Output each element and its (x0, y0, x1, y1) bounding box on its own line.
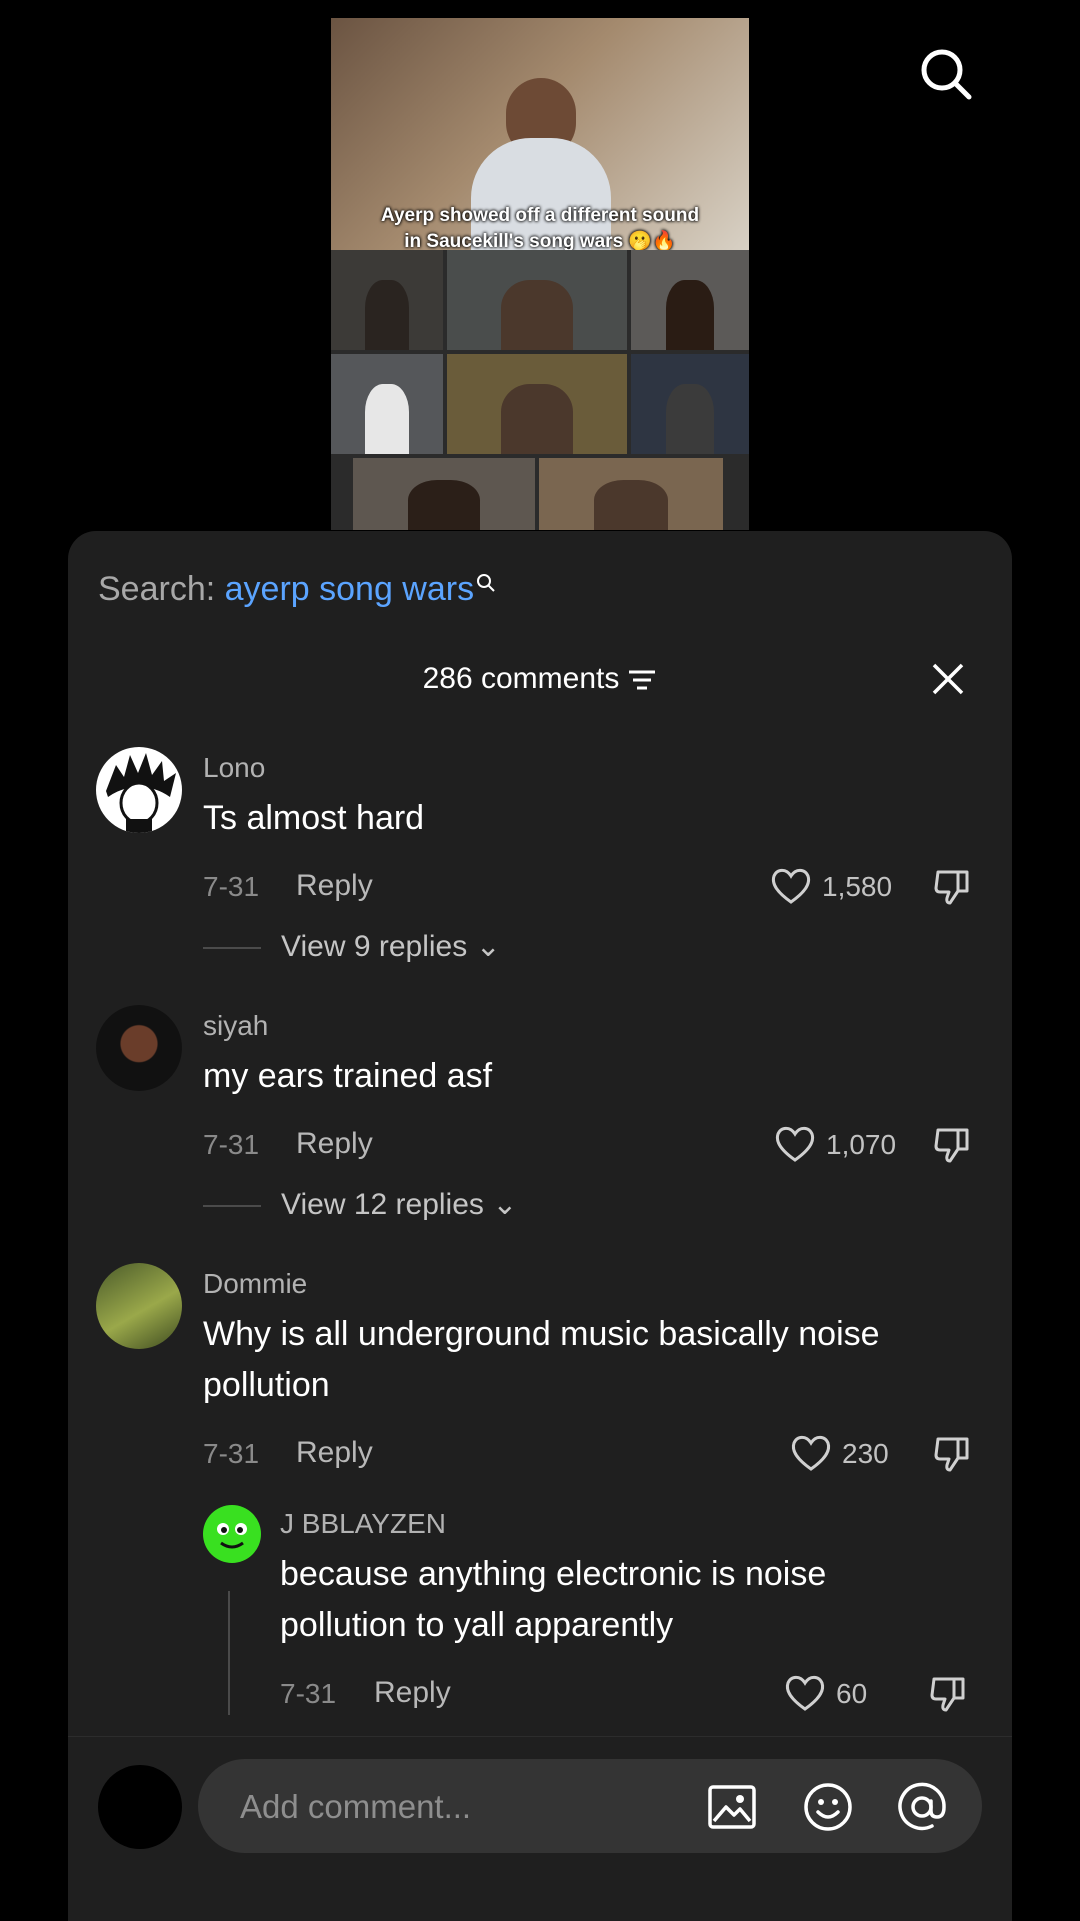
comment-composer (68, 1736, 1012, 1921)
sort-icon[interactable] (627, 668, 657, 692)
chevron-down-icon: ⌄ (475, 930, 501, 963)
reply-button[interactable]: Reply (296, 1436, 373, 1470)
comment-date: 7-31 (203, 1438, 260, 1469)
comment-date: 7-31 (203, 1129, 260, 1160)
video-tile (353, 458, 535, 530)
search-suggestion[interactable]: Search: ayerp song wars (98, 567, 496, 611)
comments-count: 286 comments (422, 662, 620, 695)
comment-text: Why is all underground music basically n… (203, 1315, 880, 1404)
dislike-icon[interactable] (928, 1674, 968, 1714)
reply-date: 7-31 (280, 1678, 337, 1709)
dislike-icon[interactable] (932, 1434, 972, 1474)
view-replies-button[interactable]: View 12 replies ⌄ (203, 1187, 517, 1223)
avatar[interactable] (203, 1505, 261, 1563)
view-replies-button[interactable]: View 9 replies ⌄ (203, 929, 501, 965)
like-count: 230 (842, 1438, 889, 1469)
reply-button[interactable]: Reply (296, 1127, 373, 1161)
video-preview[interactable]: Ayerp showed off a different sound in Sa… (331, 18, 749, 530)
comment-username[interactable]: Dommie (203, 1267, 307, 1301)
avatar[interactable] (96, 1005, 182, 1091)
comments-sheet: Search: ayerp song wars 286 comments Lon… (68, 531, 1012, 1921)
chevron-down-icon: ⌄ (492, 1188, 518, 1221)
video-tile (331, 250, 443, 350)
image-icon[interactable] (706, 1781, 758, 1833)
mention-icon[interactable] (896, 1781, 948, 1833)
search-prefix: Search: (98, 570, 216, 608)
comment-date: 7-31 (203, 871, 260, 902)
emoji-icon[interactable] (802, 1781, 854, 1833)
like-count: 1,070 (826, 1129, 897, 1160)
video-tile (631, 250, 749, 350)
avatar (98, 1765, 182, 1849)
video-tile (631, 354, 749, 454)
dislike-icon[interactable] (932, 1125, 972, 1165)
heart-icon[interactable] (784, 1674, 826, 1712)
comment-username[interactable]: Lono (203, 751, 265, 785)
video-tile (331, 354, 443, 454)
search-icon[interactable] (918, 46, 974, 102)
search-icon (477, 574, 495, 592)
comment-username[interactable]: siyah (203, 1009, 268, 1043)
close-icon[interactable] (930, 661, 966, 697)
video-tile (539, 458, 723, 530)
like-count: 1,580 (822, 871, 893, 902)
comments-count-header[interactable]: 286 comments (68, 659, 1012, 699)
reply-username[interactable]: J BBLAYZEN (280, 1507, 446, 1541)
comment-input[interactable] (238, 1759, 682, 1855)
heart-icon[interactable] (770, 867, 812, 905)
comment-text: my ears trained asf (203, 1057, 493, 1095)
comment-text: Ts almost hard (203, 799, 425, 837)
heart-icon[interactable] (774, 1125, 816, 1163)
comment-input-container[interactable] (198, 1759, 982, 1855)
search-term-link[interactable]: ayerp song wars (225, 570, 474, 608)
video-caption: Ayerp showed off a different sound in Sa… (380, 205, 700, 252)
avatar[interactable] (96, 1263, 182, 1349)
heart-icon[interactable] (790, 1434, 832, 1472)
avatar[interactable] (96, 747, 182, 833)
dislike-icon[interactable] (932, 867, 972, 907)
reply-text: because anything electronic is noise pol… (280, 1555, 827, 1644)
reply-button[interactable]: Reply (374, 1676, 451, 1710)
reply-button[interactable]: Reply (296, 869, 373, 903)
like-count: 60 (836, 1678, 868, 1709)
video-tile (447, 250, 627, 350)
reply-thread-line (228, 1591, 230, 1715)
video-tile (447, 354, 627, 454)
